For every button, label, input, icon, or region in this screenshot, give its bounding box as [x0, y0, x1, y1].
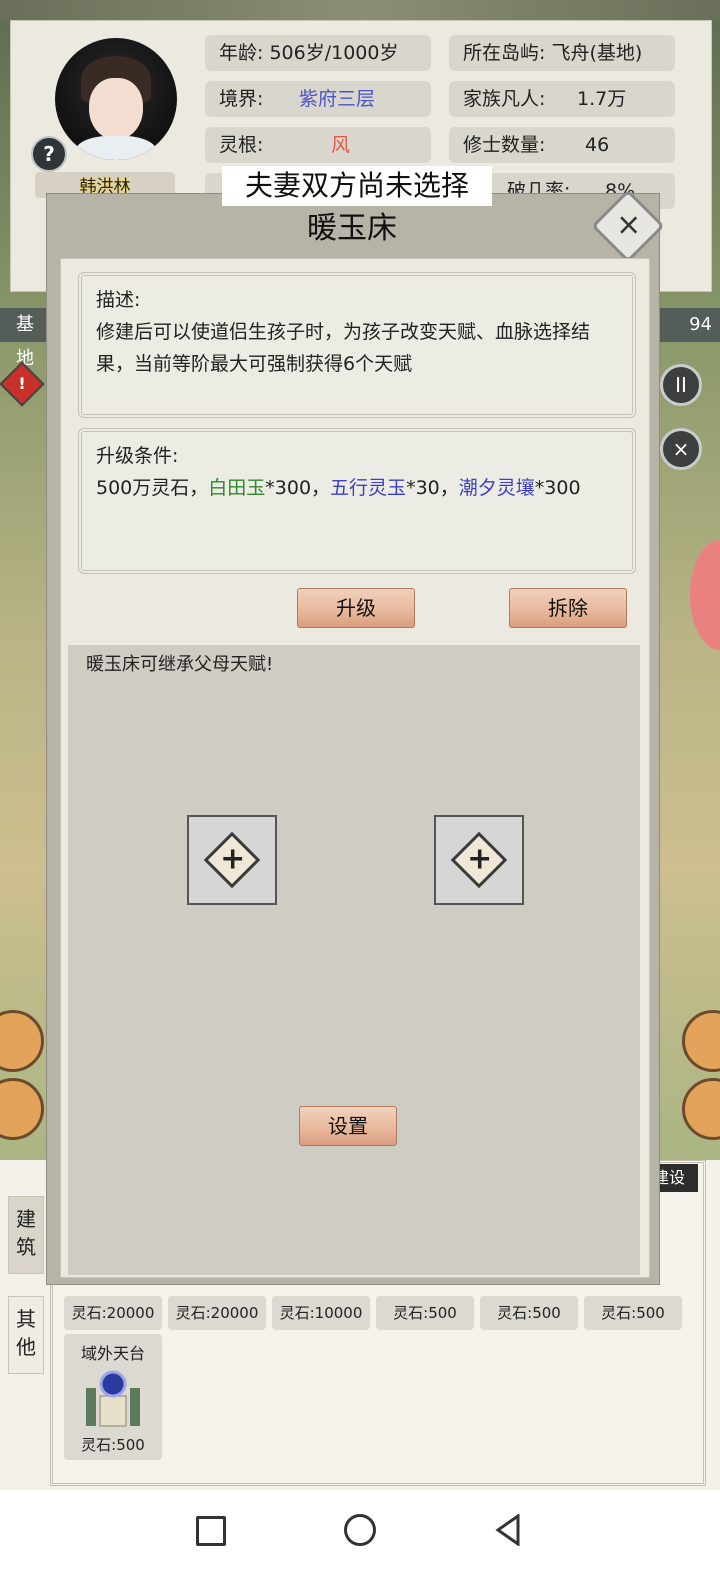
building-cost[interactable]: 灵石:20000 — [168, 1296, 266, 1330]
inherit-text: 暖玉床可继承父母天赋! — [86, 654, 274, 675]
req-item-qty: *300， — [265, 477, 331, 499]
add-icon: + — [450, 831, 508, 889]
building-cost[interactable]: 灵石:500 — [584, 1296, 682, 1330]
base-strip: 基地 — [0, 308, 50, 369]
building-cost[interactable]: 灵石:500 — [376, 1296, 474, 1330]
req-stones: 500万灵石， — [96, 477, 209, 499]
settings-button[interactable]: 设置 — [299, 1106, 397, 1146]
tab-other[interactable]: 其他 — [8, 1296, 44, 1374]
description-label: 描述: — [96, 289, 141, 311]
toast-message: 夫妻双方尚未选择 — [222, 166, 492, 206]
parent-slot-left[interactable]: + — [187, 815, 277, 905]
req-item-qty: *30， — [406, 477, 459, 499]
recent-apps-icon[interactable] — [196, 1516, 226, 1546]
family-stat: 家族凡人: 1.7万 — [449, 81, 675, 117]
add-icon: + — [203, 831, 261, 889]
req-item-qty: *300 — [534, 477, 581, 499]
realm-stat: 境界: 紫府三层 — [205, 81, 431, 117]
building-card-cost: 灵石:500 — [81, 1436, 145, 1454]
building-cost[interactable]: 灵石:500 — [480, 1296, 578, 1330]
req-item-baitian-jade: 白田玉 — [208, 477, 266, 499]
platform-icon — [86, 1370, 140, 1427]
req-item-tide-soil: 潮夕灵壤 — [458, 477, 535, 499]
req-item-five-element-jade: 五行灵玉 — [330, 477, 407, 499]
parent-slot-right[interactable]: + — [434, 815, 524, 905]
demolish-button[interactable]: 拆除 — [509, 588, 627, 628]
upgrade-label: 升级条件: — [96, 445, 179, 467]
cultivators-stat: 修士数量: 46 — [449, 127, 675, 163]
pause-icon[interactable]: II — [660, 364, 702, 406]
building-cost[interactable]: 灵石:20000 — [64, 1296, 162, 1330]
spirit-root-stat: 灵根: 风 — [205, 127, 431, 163]
tab-buildings[interactable]: 建筑 — [8, 1196, 44, 1274]
home-icon[interactable] — [344, 1514, 376, 1546]
description-text: 修建后可以使道侣生孩子时，为孩子改变天赋、血脉选择结果，当前等阶最大可强制获得6… — [96, 321, 591, 375]
counter-strip: 94 — [660, 308, 720, 342]
building-card[interactable]: 域外天台 灵石:500 — [64, 1334, 162, 1460]
top-frame — [0, 0, 720, 20]
help-icon[interactable]: ? — [31, 136, 67, 172]
side-close-icon[interactable]: × — [660, 428, 702, 470]
island-stat: 所在岛屿: 飞舟(基地) — [449, 35, 675, 71]
inherit-panel — [68, 645, 640, 1275]
back-icon[interactable] — [494, 1514, 522, 1546]
upgrade-button[interactable]: 升级 — [297, 588, 415, 628]
upgrade-requirements-box: 升级条件: 500万灵石，白田玉*300，五行灵玉*30，潮夕灵壤*300 — [78, 428, 636, 574]
description-box: 描述: 修建后可以使道侣生孩子时，为孩子改变天赋、血脉选择结果，当前等阶最大可强… — [78, 272, 636, 418]
age-stat: 年龄: 506岁/1000岁 — [205, 35, 431, 71]
building-card-title: 域外天台 — [80, 1344, 145, 1363]
building-cost[interactable]: 灵石:10000 — [272, 1296, 370, 1330]
avatar[interactable] — [55, 38, 177, 160]
